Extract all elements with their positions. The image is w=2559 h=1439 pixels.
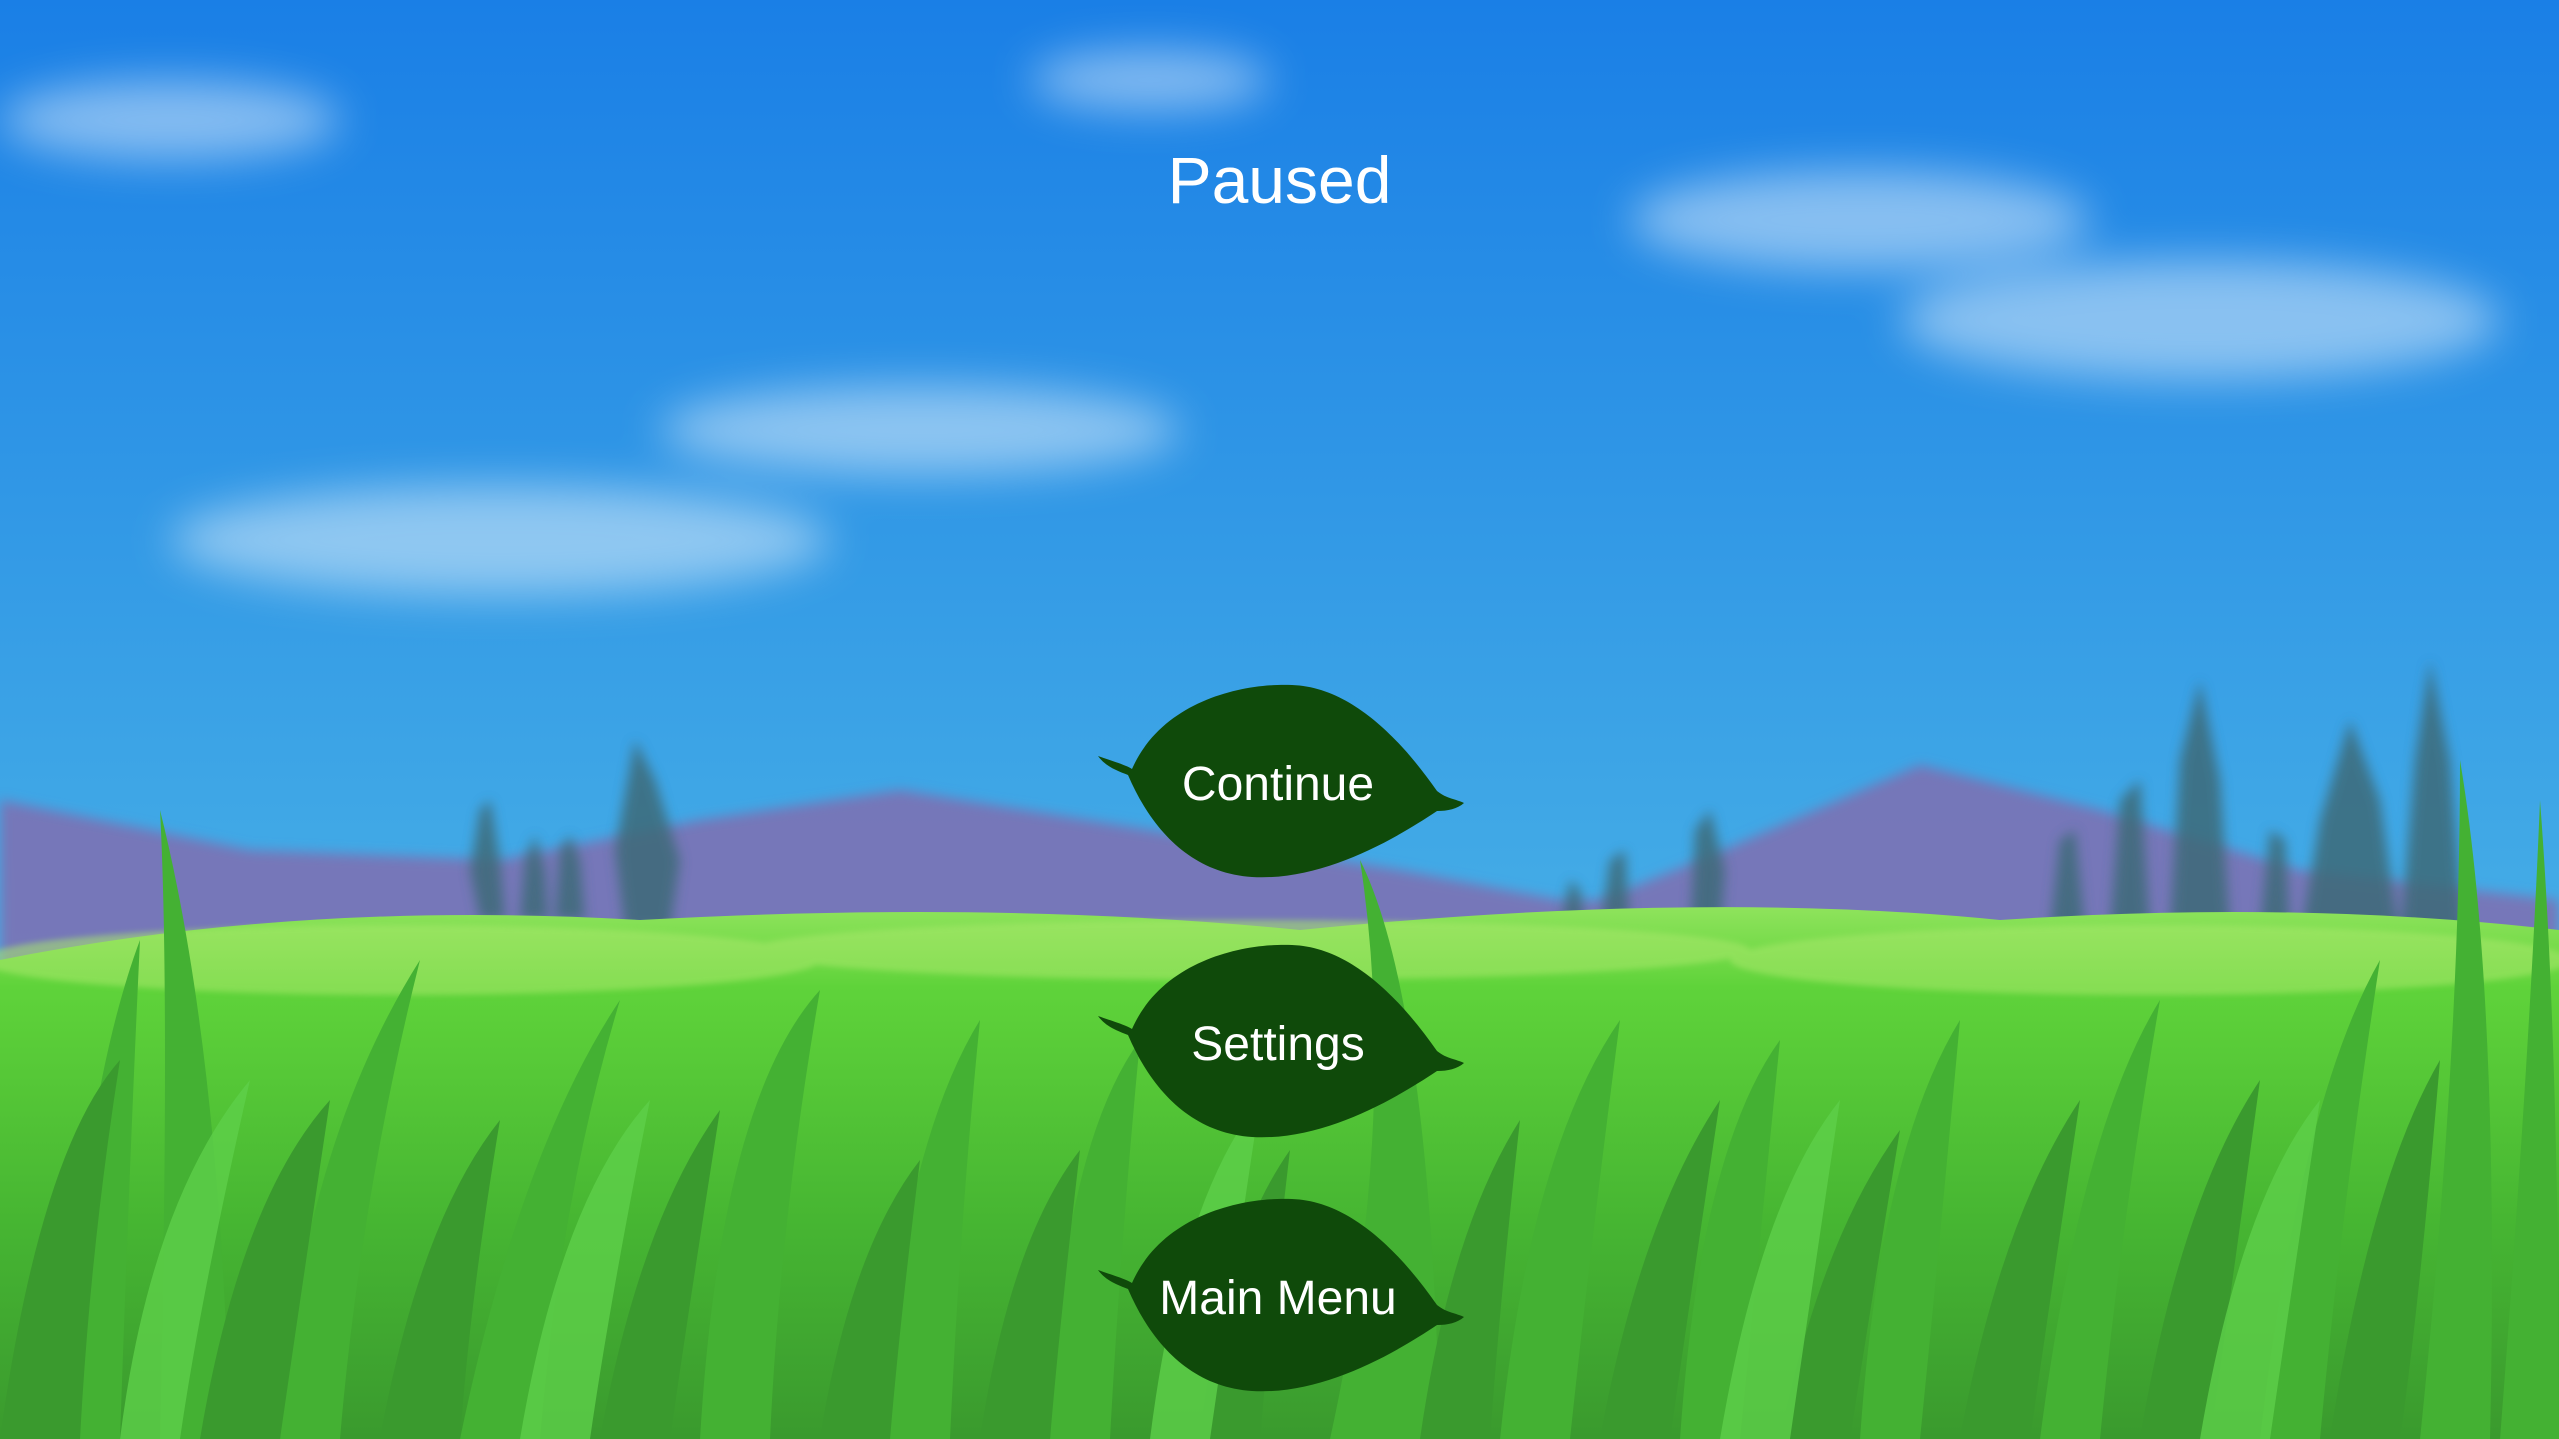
settings-button[interactable]: Settings — [1092, 941, 1464, 1147]
game-scene: Paused Continue Settings Main Menu — [0, 0, 2559, 1439]
leaf-icon — [1098, 684, 1464, 878]
pause-title: Paused — [1167, 143, 1392, 217]
leaf-icon — [1098, 944, 1464, 1138]
continue-button[interactable]: Continue — [1092, 681, 1464, 887]
main-menu-button[interactable]: Main Menu — [1092, 1195, 1464, 1401]
leaf-icon — [1098, 1198, 1464, 1392]
